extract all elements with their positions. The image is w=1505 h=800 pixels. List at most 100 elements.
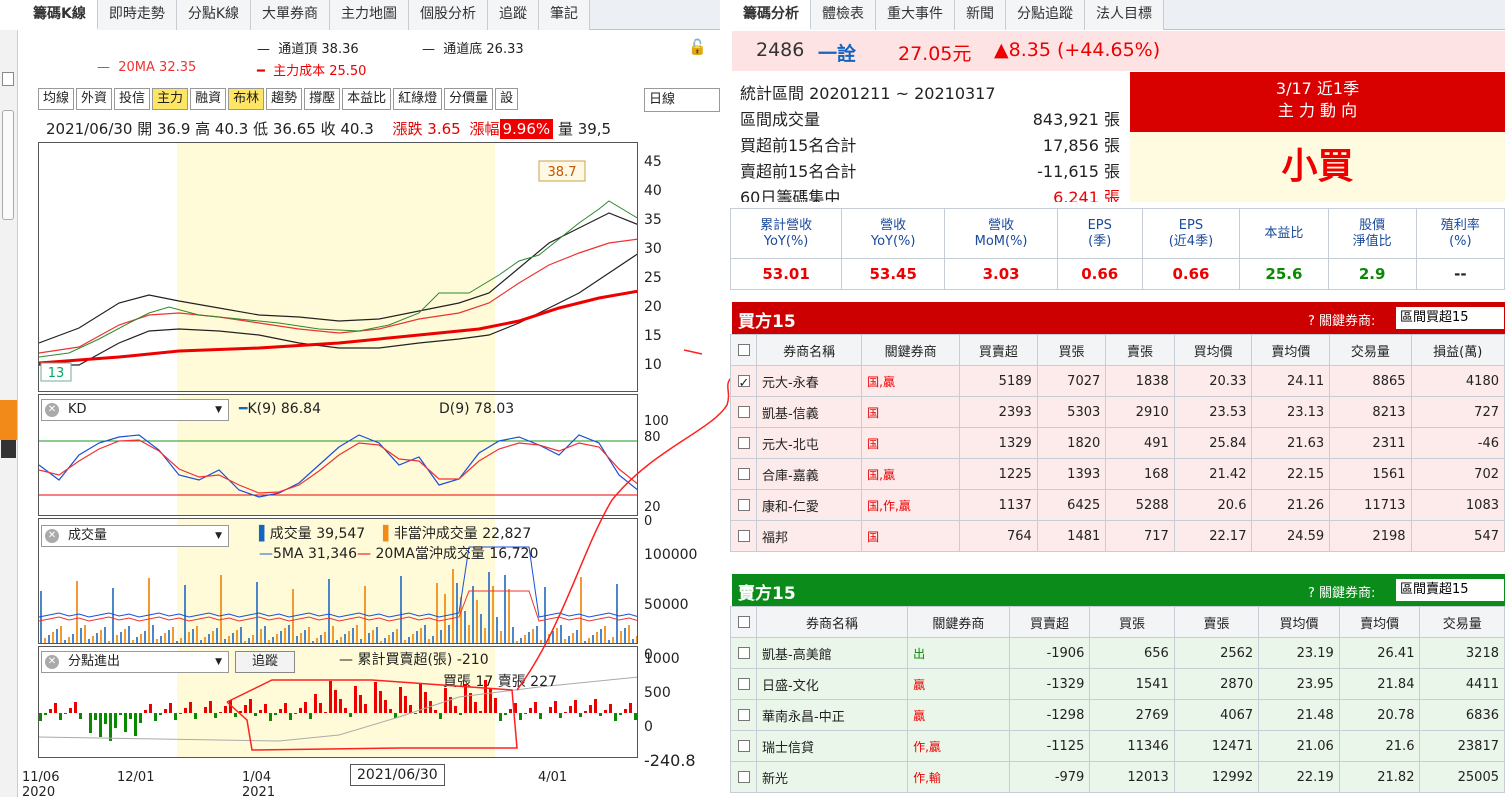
row-checkbox[interactable] [730,427,757,459]
table-row[interactable]: 元大-北屯国 1329 1820 491 25.84 21.63 2311 -46 [730,427,1505,459]
sellers-column-header[interactable]: 買張 [1089,606,1175,638]
table-row[interactable]: 日盛-文化贏 -1329 1541 2870 23.95 21.84 4411 [730,668,1505,700]
sidebar-dark-marker[interactable] [1,440,16,458]
row-checkbox[interactable] [730,396,757,428]
fund-value: 0.66 [1056,258,1143,290]
sellers-column-header[interactable]: 交易量 [1419,606,1505,638]
broker-name[interactable]: 元大-永春 [755,365,863,397]
buyers-column-header[interactable]: 買張 [1036,334,1107,366]
table-cell: 7027 [1036,365,1107,397]
row-checkbox[interactable] [730,489,757,521]
right-tab-4[interactable]: 分點追蹤 [1006,0,1085,30]
broker-name[interactable]: 新光 [755,761,909,793]
broker-name[interactable]: 凱基-信義 [755,396,863,428]
table-cell: 21.26 [1251,489,1331,521]
fund-header: 本益比 [1239,208,1329,259]
row-checkbox[interactable]: ✓ [730,365,757,397]
sellers-column-header[interactable]: 賣均價 [1338,606,1421,638]
table-cell: 491 [1105,427,1175,459]
sellers-header-row: 券商名稱 關鍵券商 買賣超 買張 賣張 買均價 賣均價 交易量 [730,606,1505,638]
right-tab-3[interactable]: 新聞 [955,0,1006,30]
row-checkbox[interactable] [730,458,757,490]
table-cell: 1838 [1105,365,1175,397]
buyers-column-header[interactable]: 損益(萬) [1410,334,1505,366]
row-checkbox[interactable] [730,668,757,700]
left-tab-4[interactable]: 主力地圖 [330,0,410,30]
buyers-column-header[interactable]: 交易量 [1329,334,1412,366]
sellers-column-header[interactable]: 買賣超 [1008,606,1091,638]
broker-name[interactable]: 日盛-文化 [755,668,909,700]
sellers-column-header[interactable]: 買均價 [1258,606,1340,638]
table-row[interactable]: 新光 作,輸 -979 12013 12992 22.19 21.82 25005 [730,761,1505,793]
table-cell: 20.6 [1173,489,1253,521]
stock-code: 2486 [756,39,805,61]
broker-name[interactable]: 福邦 [755,520,863,552]
stat-label: 統計區間 20201211 ~ 20210317 [740,84,996,103]
table-cell: 168 [1105,458,1175,490]
right-tab-0[interactable]: 籌碼分析 [732,0,811,30]
select-all-checkbox[interactable] [730,606,757,638]
left-sidebar[interactable] [0,30,18,797]
buyers-column-header[interactable]: 關鍵券商 [861,334,961,366]
fund-value: -- [1415,258,1505,290]
broker-name[interactable]: 華南永昌-中正 [755,699,909,731]
table-cell: 1393 [1036,458,1107,490]
broker-name[interactable]: 元大-北屯 [755,427,863,459]
table-cell: -46 [1410,427,1505,459]
table-row[interactable]: 凱基-信義国 2393 5303 2910 23.53 23.13 8213 727 [730,396,1505,428]
row-checkbox[interactable] [730,761,757,793]
left-tab-3[interactable]: 大單券商 [251,0,331,30]
left-tab-0[interactable]: 籌碼K線 [22,0,98,30]
buyers-key-select[interactable]: 區間買超15 [1396,307,1504,329]
right-tab-5[interactable]: 法人目標 [1085,0,1164,30]
sellers-key-select[interactable]: 區間賣超15 [1396,579,1504,601]
sidebar-scroll[interactable] [2,110,14,220]
row-checkbox[interactable] [730,637,757,669]
sidebar-checkbox[interactable] [2,72,14,86]
broker-name[interactable]: 康和-仁愛 [755,489,863,521]
table-cell: 20.78 [1338,699,1421,731]
left-tab-6[interactable]: 追蹤 [488,0,540,30]
right-tab-2[interactable]: 重大事件 [876,0,955,30]
table-cell: 23.95 [1258,668,1340,700]
row-checkbox[interactable] [730,520,757,552]
table-row[interactable]: 康和-仁愛 国,作,贏 1137 6425 5288 20.6 21.26 11713 1083 [730,489,1505,521]
key-broker-tag: 贏 [907,668,1010,700]
table-cell: 1137 [959,489,1038,521]
buyers-column-header[interactable]: 買均價 [1173,334,1253,366]
table-cell: 717 [1105,520,1175,552]
row-checkbox[interactable] [730,699,757,731]
right-tab-1[interactable]: 體檢表 [811,0,876,30]
table-row[interactable]: 合庫-嘉義 国,贏 1225 1393 168 21.42 22.15 1561 702 [730,458,1505,490]
sellers-column-header[interactable]: 關鍵券商 [907,606,1010,638]
table-cell: -1298 [1008,699,1091,731]
table-cell: 24.11 [1251,365,1331,397]
broker-name[interactable]: 凱基-高美館 [755,637,909,669]
table-cell: 727 [1410,396,1505,428]
sellers-column-header[interactable]: 賣張 [1173,606,1260,638]
row-checkbox[interactable] [730,730,757,762]
table-row[interactable]: 瑞士信貸 作,贏 -1125 11346 12471 21.06 21.6 23817 [730,730,1505,762]
table-cell: 656 [1089,637,1175,669]
left-tab-5[interactable]: 個股分析 [409,0,489,30]
table-row[interactable]: 華南永昌-中正贏 -1298 2769 4067 21.48 20.78 6836 [730,699,1505,731]
buyers-column-header[interactable]: 賣張 [1105,334,1175,366]
select-all-checkbox[interactable] [730,334,757,366]
main-force-verdict: 小買 [1130,132,1505,202]
broker-name[interactable]: 瑞士信貸 [755,730,909,762]
key-broker-tag: 国 [861,520,961,552]
stat-row: 買超前15名合計 17,856 張 [740,132,1120,156]
table-row[interactable]: 凱基-高美館出 -1906 656 2562 23.19 26.41 3218 [730,637,1505,669]
left-tab-2[interactable]: 分點K線 [176,0,252,30]
table-row[interactable]: ✓ 元大-永春 国,贏 5189 7027 1838 20.33 24.11 8865 4180 [730,365,1505,397]
left-tab-1[interactable]: 即時走勢 [97,0,177,30]
table-cell: 1329 [959,427,1038,459]
table-row[interactable]: 福邦国 764 1481 717 22.17 24.59 2198 547 [730,520,1505,552]
buyers-column-header[interactable]: 券商名稱 [755,334,863,366]
stat-label: 賣超前15名合計 [740,162,857,181]
buyers-column-header[interactable]: 買賣超 [959,334,1038,366]
sellers-column-header[interactable]: 券商名稱 [755,606,909,638]
left-tab-7[interactable]: 筆記 [539,0,591,30]
buyers-column-header[interactable]: 賣均價 [1251,334,1331,366]
broker-name[interactable]: 合庫-嘉義 [755,458,863,490]
